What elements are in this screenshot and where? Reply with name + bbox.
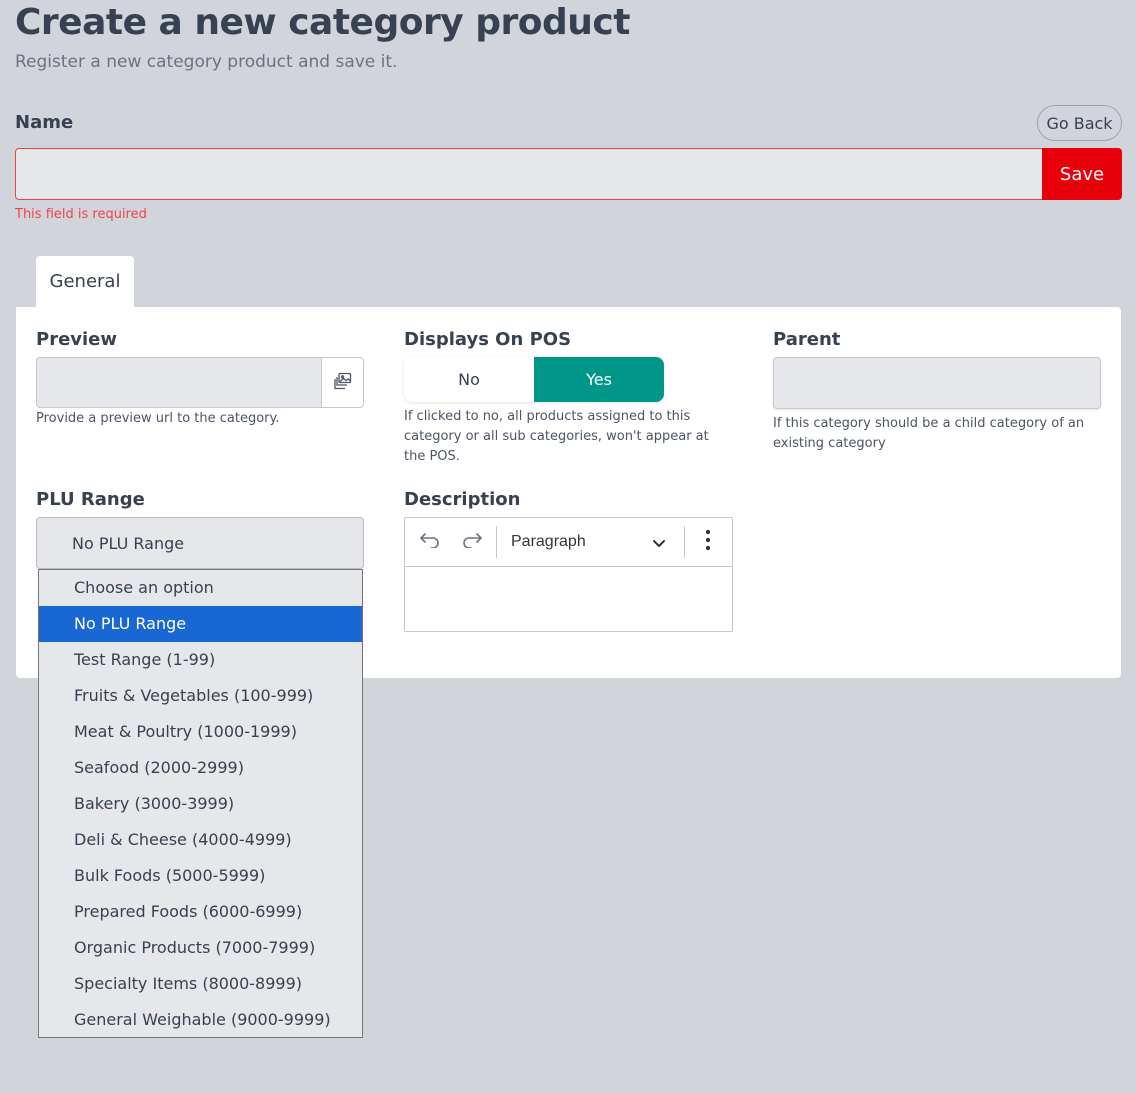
more-options-button[interactable]: [694, 528, 722, 556]
save-button[interactable]: Save: [1042, 148, 1122, 200]
dropdown-option[interactable]: Choose an option: [39, 570, 362, 606]
tab-general[interactable]: General: [36, 256, 134, 307]
parent-select[interactable]: [773, 357, 1101, 409]
dropdown-option[interactable]: Fruits & Vegetables (100-999): [39, 678, 362, 714]
editor-toolbar: Paragraph: [405, 518, 732, 567]
dropdown-option[interactable]: Seafood (2000-2999): [39, 750, 362, 786]
description-editor: Paragraph: [404, 517, 733, 632]
dropdown-option[interactable]: Prepared Foods (6000-6999): [39, 894, 362, 930]
toolbar-separator: [496, 526, 497, 558]
toolbar-separator: [684, 526, 685, 558]
plu-range-label: PLU Range: [36, 489, 145, 510]
undo-button[interactable]: [416, 528, 444, 556]
image-picker-icon: [333, 372, 352, 394]
name-input[interactable]: [15, 148, 1043, 200]
dropdown-option-selected[interactable]: No PLU Range: [39, 606, 362, 642]
toggle-option-no[interactable]: No: [404, 357, 534, 402]
dropdown-option[interactable]: Deli & Cheese (4000-4999): [39, 822, 362, 858]
undo-icon: [419, 532, 441, 552]
plu-range-dropdown: Choose an option No PLU Range Test Range…: [38, 569, 363, 1038]
more-vertical-icon: [705, 529, 711, 555]
redo-icon: [461, 532, 483, 552]
displays-on-pos-toggle: No Yes: [404, 357, 664, 402]
page-title: Create a new category product: [15, 2, 630, 43]
displays-on-pos-label: Displays On POS: [404, 329, 572, 350]
paragraph-format-select[interactable]: Paragraph: [511, 518, 586, 566]
page-subtitle: Register a new category product and save…: [15, 52, 398, 72]
parent-label: Parent: [773, 329, 841, 350]
description-content[interactable]: [405, 567, 732, 631]
preview-label: Preview: [36, 329, 118, 350]
description-label: Description: [404, 489, 521, 510]
dropdown-option[interactable]: Test Range (1-99): [39, 642, 362, 678]
dropdown-option[interactable]: Bakery (3000-3999): [39, 786, 362, 822]
name-error-message: This field is required: [15, 207, 147, 222]
dropdown-option[interactable]: Meat & Poultry (1000-1999): [39, 714, 362, 750]
dropdown-option[interactable]: Organic Products (7000-7999): [39, 930, 362, 966]
plu-range-select[interactable]: No PLU Range: [36, 517, 364, 569]
paragraph-format-dropdown[interactable]: [649, 532, 669, 552]
name-label: Name: [15, 112, 74, 133]
dropdown-option[interactable]: Specialty Items (8000-8999): [39, 966, 362, 1002]
dropdown-option[interactable]: Bulk Foods (5000-5999): [39, 858, 362, 894]
chevron-down-icon: [652, 533, 666, 552]
displays-on-pos-help: If clicked to no, all products assigned …: [404, 409, 709, 464]
preview-picker-button[interactable]: [321, 357, 364, 408]
toggle-option-yes[interactable]: Yes: [534, 357, 664, 402]
dropdown-option[interactable]: General Weighable (9000-9999): [39, 1002, 362, 1038]
preview-help: Provide a preview url to the category.: [36, 411, 280, 426]
parent-help: If this category should be a child categ…: [773, 416, 1085, 451]
go-back-button[interactable]: Go Back: [1037, 105, 1122, 141]
preview-input[interactable]: [36, 357, 322, 408]
redo-button[interactable]: [458, 528, 486, 556]
